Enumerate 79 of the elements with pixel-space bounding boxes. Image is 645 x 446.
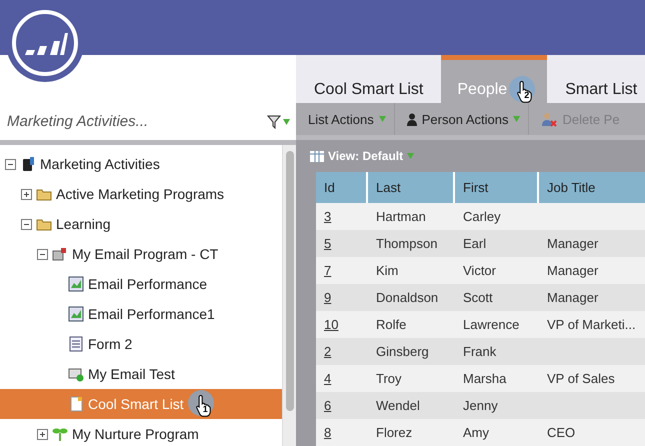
id-link[interactable]: 10 [324,317,338,332]
id-link[interactable]: 6 [324,398,332,413]
table-cell: VP of Sales [539,365,645,392]
scrollbar[interactable] [282,145,296,446]
expand-icon[interactable] [21,188,32,200]
expand-icon[interactable] [37,428,48,440]
person-icon [406,112,417,126]
column-header[interactable]: First [455,172,539,203]
table-cell: Lawrence [455,311,539,338]
filter-button[interactable] [267,114,290,128]
table-cell: Rolfe [368,311,455,338]
step-number: 2 [524,90,530,100]
column-header[interactable]: Job Title [539,172,645,203]
sidebar-title: Marketing Activities... [7,113,148,130]
collapse-icon[interactable] [37,248,48,260]
table-cell: Donaldson [368,284,455,311]
caret-icon [407,153,414,160]
columns-icon [310,150,324,162]
tab[interactable]: Cool Smart List [296,55,442,103]
tab[interactable]: People 2 [441,55,548,103]
table-cell: Carley [455,203,539,230]
collapse-icon[interactable] [5,158,16,170]
table-cell: Frank [455,338,539,365]
id-link[interactable]: 2 [324,344,332,359]
table-cell: Manager [539,257,645,284]
book-icon [20,156,36,172]
caret-icon [513,116,520,122]
column-header[interactable]: Last [368,172,455,203]
tree-item[interactable]: Marketing Activities [0,149,282,179]
tree-item[interactable]: My Nurture Program [0,419,282,446]
table-cell: Kim [368,257,455,284]
step-number: 1 [202,404,208,414]
hand-cursor-icon [517,80,534,103]
table-cell: Jenny [455,392,539,419]
table-cell: Ginsberg [368,338,455,365]
document-icon [68,396,84,412]
delete-person-icon [541,112,558,127]
table-cell: Earl [455,230,539,257]
tree-item[interactable]: My Email Test [0,359,282,389]
table-cell: Thompson [368,230,455,257]
table-cell: CEO [539,419,645,446]
tree-item[interactable]: Form 2 [0,329,282,359]
table-cell: Victor [455,257,539,284]
table-cell: VP of Marketi... [539,311,645,338]
tree-item[interactable]: Learning [0,209,282,239]
id-link[interactable]: 8 [324,425,332,440]
id-link[interactable]: 7 [324,263,332,278]
toolbar-button[interactable]: Person Actions [394,103,530,136]
email-check-icon [68,366,84,382]
table-cell: Scott [455,284,539,311]
column-header[interactable]: Id [316,172,368,203]
caret-icon [378,116,386,122]
id-link[interactable]: 4 [324,371,332,386]
chart-icon [68,276,84,292]
id-link[interactable]: 5 [324,236,332,251]
table-cell: Manager [539,284,645,311]
tree-item[interactable]: Email Performance [0,269,282,299]
table-cell: Florez [368,419,455,446]
chart-icon [68,306,84,322]
plant-icon [52,426,68,442]
tree-item[interactable]: My Email Program - CT [0,239,282,269]
tree-item[interactable]: Cool Smart List 1 [0,389,282,419]
tree-item[interactable]: Active Marketing Programs [0,179,282,209]
table-cell: Hartman [368,203,455,230]
mailbox-icon [52,246,68,262]
dropdown-caret-icon [283,118,290,124]
table-cell: Marsha [455,365,539,392]
table-cell: Wendel [368,392,455,419]
hand-cursor-icon [196,394,213,417]
collapse-icon[interactable] [21,218,32,230]
table-cell: Troy [368,365,455,392]
tree-item[interactable]: Email Performance1 [0,299,282,329]
form-icon [68,336,84,352]
table-cell: Amy [455,419,539,446]
table-cell: Manager [539,230,645,257]
id-link[interactable]: 3 [324,209,332,224]
id-link[interactable]: 9 [324,290,332,305]
toolbar-button[interactable]: List Actions [296,103,395,136]
tab[interactable]: Smart List [547,55,645,103]
